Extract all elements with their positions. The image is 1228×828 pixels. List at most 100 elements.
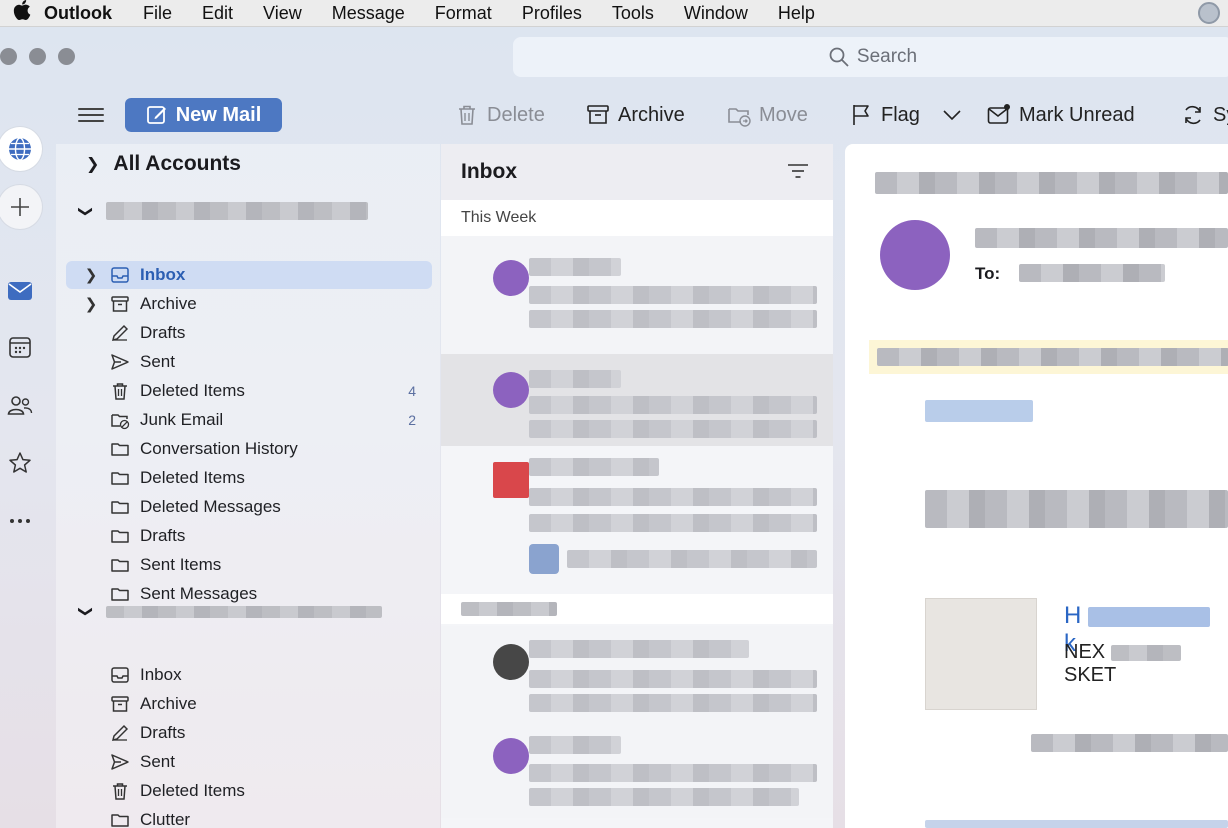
- trash-icon: [102, 381, 140, 401]
- folder-item-deleted-items[interactable]: Deleted Items: [66, 464, 432, 492]
- folder-icon: [102, 439, 140, 459]
- trash-icon: [459, 105, 475, 125]
- more-apps-icon[interactable]: [0, 501, 40, 541]
- star-icon[interactable]: [0, 443, 40, 483]
- chevron-down-icon: ❯: [78, 605, 95, 618]
- message-item[interactable]: [441, 722, 833, 818]
- minimize-window-icon[interactable]: [29, 48, 46, 65]
- menu-app-name[interactable]: Outlook: [44, 3, 112, 24]
- chevron-right-icon[interactable]: ❯: [80, 266, 102, 284]
- menu-window[interactable]: Window: [684, 3, 748, 24]
- folder-icon: [102, 810, 140, 828]
- folder-item-clutter[interactable]: Clutter: [66, 806, 432, 828]
- folder-label: Deleted Items: [140, 781, 245, 800]
- search-icon: [829, 47, 849, 67]
- product-image[interactable]: [925, 598, 1037, 710]
- menu-edit[interactable]: Edit: [202, 3, 233, 24]
- mail-icon[interactable]: [0, 271, 40, 311]
- inbox-icon: [102, 265, 140, 285]
- people-icon[interactable]: [0, 385, 40, 425]
- all-accounts-header[interactable]: ❯ All Accounts: [86, 152, 241, 176]
- body-text-redacted: [1031, 734, 1228, 752]
- folder-item-archive[interactable]: Archive: [66, 690, 432, 718]
- toolbar: New Mail Delete Archive Move Flag Mark U…: [0, 95, 1228, 139]
- outlook-window: Search New Mail Delete Archive Move Flag…: [0, 27, 1228, 828]
- subject-redacted: [529, 286, 817, 304]
- message-list-header: Inbox: [441, 144, 833, 200]
- search-placeholder: Search: [856, 46, 918, 67]
- folder-item-sent[interactable]: Sent: [66, 748, 432, 776]
- folder-item-deleted-items[interactable]: Deleted Items 4: [66, 377, 432, 405]
- apple-menu-icon[interactable]: [0, 0, 44, 26]
- hamburger-menu-icon[interactable]: [78, 104, 104, 126]
- preview-redacted: [529, 310, 817, 328]
- sender-avatar: [880, 220, 950, 290]
- reading-pane: To: H k NEX SKET: [845, 144, 1228, 828]
- message-item[interactable]: [441, 446, 833, 592]
- sync-label: Sy: [1213, 103, 1228, 126]
- message-item[interactable]: [441, 626, 833, 722]
- archive-button[interactable]: Archive: [586, 99, 685, 131]
- menu-profiles[interactable]: Profiles: [522, 3, 582, 24]
- menu-message[interactable]: Message: [332, 3, 405, 24]
- all-accounts-label: All Accounts: [113, 152, 241, 175]
- move-folder-icon: [728, 108, 751, 127]
- folder-item-deleted-messages[interactable]: Deleted Messages: [66, 493, 432, 521]
- new-mail-button[interactable]: New Mail: [125, 98, 282, 132]
- zoom-window-icon[interactable]: [58, 48, 75, 65]
- calendar-icon[interactable]: [0, 327, 40, 367]
- folder-item-conversation-history[interactable]: Conversation History: [66, 435, 432, 463]
- folder-item-junk-email[interactable]: Junk Email 2: [66, 406, 432, 434]
- trash-icon: [102, 781, 140, 801]
- message-item[interactable]: [441, 236, 833, 354]
- folder-icon: [102, 497, 140, 517]
- folder-item-deleted-items[interactable]: Deleted Items: [66, 777, 432, 805]
- folder-item-drafts[interactable]: Drafts: [66, 719, 432, 747]
- menu-view[interactable]: View: [263, 3, 302, 24]
- link-redacted[interactable]: [925, 400, 1033, 422]
- account-1-header[interactable]: ❯: [78, 202, 368, 220]
- sender-redacted: [529, 258, 621, 276]
- sender-avatar: [493, 738, 529, 774]
- move-button[interactable]: Move: [727, 99, 808, 131]
- sender-avatar: [493, 260, 529, 296]
- sync-button[interactable]: Sy: [1181, 99, 1228, 131]
- menubar-user-icon[interactable]: [1198, 2, 1220, 24]
- folder-item-sent-items[interactable]: Sent Items: [66, 551, 432, 579]
- menu-format[interactable]: Format: [435, 3, 492, 24]
- folder-item-inbox[interactable]: Inbox: [66, 661, 432, 689]
- flag-button[interactable]: Flag: [849, 99, 920, 131]
- folder-item-drafts[interactable]: Drafts: [66, 522, 432, 550]
- folder-icon: [102, 468, 140, 488]
- menu-tools[interactable]: Tools: [612, 3, 654, 24]
- preview-redacted: [529, 694, 817, 712]
- account-2-header[interactable]: ❯: [78, 603, 382, 620]
- chevron-right-icon: ❯: [86, 156, 100, 173]
- add-account-icon[interactable]: [0, 185, 42, 229]
- flag-dropdown-button[interactable]: [940, 99, 964, 131]
- mark-unread-button[interactable]: Mark Unread: [987, 99, 1135, 131]
- filter-icon[interactable]: [787, 162, 809, 180]
- chevron-right-icon[interactable]: ❯: [80, 295, 102, 313]
- menu-help[interactable]: Help: [778, 3, 815, 24]
- message-item[interactable]: [441, 818, 833, 828]
- delete-button[interactable]: Delete: [455, 99, 545, 131]
- search-input[interactable]: Search: [513, 37, 1228, 77]
- folder-item-archive[interactable]: ❯ Archive: [66, 290, 432, 318]
- message-item[interactable]: [441, 354, 833, 446]
- sender-redacted: [529, 370, 621, 388]
- folder-label: Inbox: [140, 665, 182, 684]
- folder-item-drafts[interactable]: Drafts: [66, 319, 432, 347]
- product-subtitle: NEX SKET: [1064, 641, 1228, 687]
- close-window-icon[interactable]: [0, 48, 17, 65]
- folder-label: Drafts: [140, 723, 186, 742]
- to-label: To:: [975, 264, 1001, 283]
- menu-file[interactable]: File: [143, 3, 172, 24]
- preview-redacted: [529, 788, 799, 806]
- folder-label: Conversation History: [140, 439, 298, 458]
- recipient-redacted[interactable]: [1019, 264, 1165, 282]
- folder-label: Clutter: [140, 810, 191, 828]
- folder-item-sent[interactable]: Sent: [66, 348, 432, 376]
- mark-unread-label: Mark Unread: [1019, 103, 1135, 126]
- folder-item-inbox[interactable]: ❯ Inbox: [66, 261, 432, 289]
